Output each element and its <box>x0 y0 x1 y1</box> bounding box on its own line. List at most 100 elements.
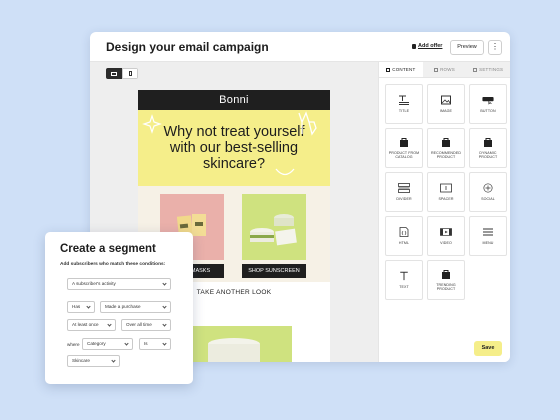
operator-select[interactable]: Is <box>139 338 171 350</box>
chevron-down-icon <box>107 322 112 327</box>
tag-icon <box>412 43 416 49</box>
tab-settings-label: SETTINGS <box>479 66 504 72</box>
time-select[interactable]: Over all time <box>121 319 171 331</box>
segment-subtitle: Add subscribers who match these conditio… <box>60 262 166 267</box>
block-title[interactable]: TITLE <box>385 84 423 124</box>
block-dynamic-product[interactable]: DYNAMIC PRODUCT <box>469 128 507 168</box>
block-video-label: VIDEO <box>440 240 452 245</box>
add-offer-label: Add offer <box>418 43 443 49</box>
create-segment-card: Create a segment Add subscribers who mat… <box>45 232 193 384</box>
block-spacer[interactable]: SPACER <box>427 172 465 212</box>
chevron-down-icon <box>162 304 167 309</box>
button-icon <box>482 96 494 105</box>
spacer-icon <box>440 183 452 193</box>
smile-decoration-icon <box>275 168 295 176</box>
sparkle-decoration-icon <box>142 114 162 134</box>
content-blocks-grid: TITLE IMAGE BUTTON PRODUCT FROM CATALOG … <box>385 84 507 300</box>
time-select-value: Over all time <box>126 322 152 327</box>
divider-icon <box>398 182 410 193</box>
purchase-select[interactable]: Made a purchase <box>100 301 171 313</box>
value-select[interactable]: Skincare <box>67 355 120 367</box>
segment-title: Create a segment <box>60 243 156 255</box>
email-hero[interactable]: Why not treat yourself with our best-sel… <box>138 110 330 186</box>
operator-select-value: Is <box>144 341 148 346</box>
block-title-label: TITLE <box>398 108 410 113</box>
block-image[interactable]: IMAGE <box>427 84 465 124</box>
block-divider[interactable]: DIVIDER <box>385 172 423 212</box>
block-trending-product[interactable]: TRENDING PRODUCT <box>427 260 465 300</box>
device-toggle <box>106 68 138 79</box>
html-icon <box>399 226 409 237</box>
tab-rows[interactable]: ROWS <box>422 62 467 77</box>
chevron-down-icon <box>124 341 129 346</box>
block-product-from-catalog[interactable]: PRODUCT FROM CATALOG <box>385 128 423 168</box>
panel-tabs: CONTENT ROWS SETTINGS <box>379 62 510 78</box>
block-menu-label: MENU <box>482 240 494 245</box>
where-label: where <box>67 342 80 347</box>
content-side-panel: CONTENT ROWS SETTINGS TITLE IMAGE BUTTON… <box>378 62 510 362</box>
cream-jar-icon <box>208 338 260 362</box>
image-icon <box>441 95 451 105</box>
text-icon <box>400 271 408 280</box>
desktop-icon <box>111 71 117 76</box>
desktop-view-button[interactable] <box>106 68 122 79</box>
save-button[interactable]: Save <box>474 341 502 356</box>
block-product-from-catalog-label: PRODUCT FROM CATALOG <box>388 150 420 160</box>
block-button[interactable]: BUTTON <box>469 84 507 124</box>
video-icon <box>440 227 452 236</box>
mobile-icon <box>128 71 132 76</box>
has-select[interactable]: Has <box>67 301 95 313</box>
chevron-down-icon <box>162 281 167 286</box>
bag-icon <box>442 269 450 279</box>
block-html[interactable]: HTML <box>385 216 423 256</box>
sunscreen-product-image <box>242 194 306 260</box>
block-button-label: BUTTON <box>480 108 496 113</box>
has-select-value: Has <box>72 304 81 309</box>
preview-button[interactable]: Preview <box>450 40 484 55</box>
block-recommended-product[interactable]: RECOMMENDED PRODUCT <box>427 128 465 168</box>
block-html-label: HTML <box>398 240 410 245</box>
email-brand-header: Bonni <box>138 90 330 110</box>
editor-header: Design your email campaign Add offer Pre… <box>90 32 510 62</box>
activity-select[interactable]: A subscriber's activity <box>67 278 171 290</box>
block-spacer-label: SPACER <box>438 196 454 201</box>
social-icon <box>483 183 493 193</box>
mobile-view-button[interactable] <box>122 68 138 79</box>
content-tab-icon <box>386 67 391 72</box>
title-icon <box>399 95 409 105</box>
block-image-label: IMAGE <box>439 108 453 113</box>
chevron-down-icon <box>86 304 91 309</box>
block-video[interactable]: VIDEO <box>427 216 465 256</box>
settings-tab-icon <box>473 67 478 72</box>
activity-select-value: A subscriber's activity <box>72 281 116 286</box>
value-select-value: Skincare <box>72 358 90 363</box>
block-dynamic-product-label: DYNAMIC PRODUCT <box>478 150 498 160</box>
block-text-label: TEXT <box>399 284 409 289</box>
block-recommended-product-label: RECOMMENDED PRODUCT <box>430 150 462 160</box>
bag-icon <box>400 137 408 147</box>
block-text[interactable]: TEXT <box>385 260 423 300</box>
count-select-value: At least once <box>72 322 99 327</box>
tab-rows-label: ROWS <box>440 66 455 72</box>
block-menu[interactable]: MENU <box>469 216 507 256</box>
tab-content[interactable]: CONTENT <box>379 62 423 77</box>
shop-sunscreen-button[interactable]: SHOP SUNSCREEN <box>242 264 306 278</box>
peace-hand-decoration-icon <box>298 111 317 136</box>
category-select[interactable]: Category <box>82 338 133 350</box>
chevron-down-icon <box>111 358 116 363</box>
chevron-down-icon <box>162 322 167 327</box>
product-image-block <box>176 326 292 362</box>
menu-icon <box>483 228 493 236</box>
more-options-button[interactable]: ⋮ <box>488 40 502 55</box>
tab-settings[interactable]: SETTINGS <box>466 62 510 77</box>
block-divider-label: DIVIDER <box>396 196 412 201</box>
block-trending-product-label: TRENDING PRODUCT <box>436 282 456 292</box>
chevron-down-icon <box>162 341 167 346</box>
sunscreen-jars-icon <box>250 214 297 246</box>
category-select-value: Category <box>87 341 106 346</box>
add-offer-link[interactable]: Add offer <box>412 43 442 49</box>
block-social[interactable]: SOCIAL <box>469 172 507 212</box>
tab-content-label: CONTENT <box>392 66 416 72</box>
count-select[interactable]: At least once <box>67 319 116 331</box>
page-title: Design your email campaign <box>106 40 269 54</box>
